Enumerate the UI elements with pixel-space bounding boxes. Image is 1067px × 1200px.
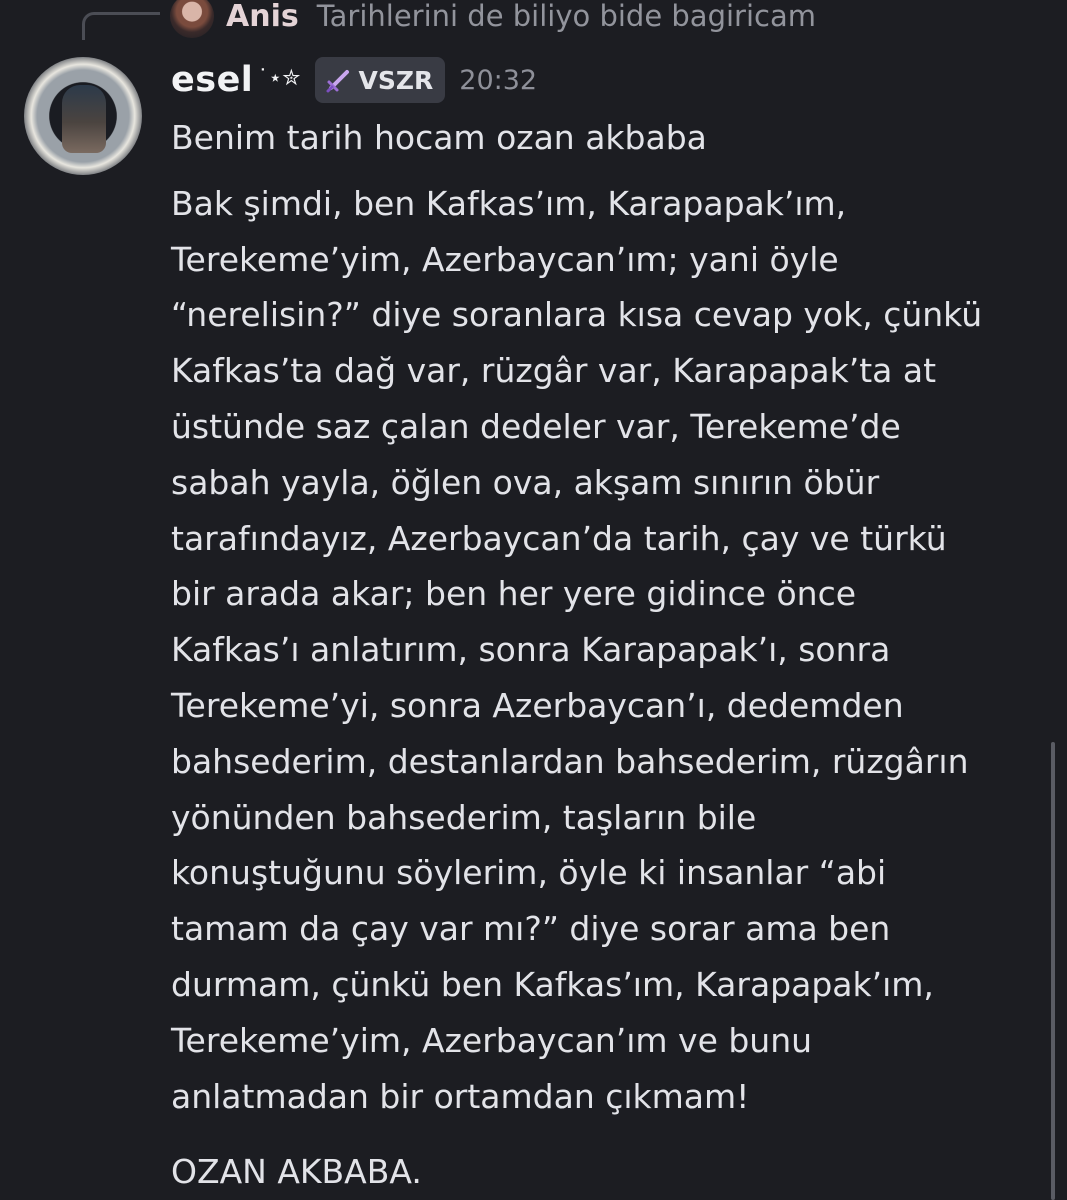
scrollbar-thumb[interactable] [1051,742,1055,1200]
message-timestamp[interactable]: 20:32 [459,65,537,96]
reply-reference[interactable]: Anis Tarihlerini de biliyo bide bagirica… [170,0,816,38]
reply-author-avatar[interactable] [170,0,214,38]
guild-tag[interactable]: VSZR [314,57,446,103]
message-content: Benim tarih hocam ozan akbaba Bak şimdi,… [171,110,1051,1200]
author-username[interactable]: esel [171,60,253,100]
message-header: esel ˙⋆✮ VSZR 20:32 [171,55,537,105]
reply-author-name[interactable]: Anis [226,0,299,34]
message-line: OZAN AKBABA. [171,1152,422,1192]
chat-view: Anis Tarihlerini de biliyo bide bagirica… [0,0,1067,1200]
reply-preview-text[interactable]: Tarihlerini de biliyo bide bagiricam [317,0,816,33]
reply-connector-line [82,12,160,40]
guild-tag-label: VSZR [358,65,434,95]
message-line: Benim tarih hocam ozan akbaba [171,118,707,157]
avatar-figure [62,85,106,153]
username-decoration: ˙⋆✮ [257,65,301,91]
message-line: Bak şimdi, ben Kafkas’ım, Karapapak’ım, … [171,183,983,1116]
author-avatar[interactable] [24,57,142,175]
sword-icon [326,70,349,93]
